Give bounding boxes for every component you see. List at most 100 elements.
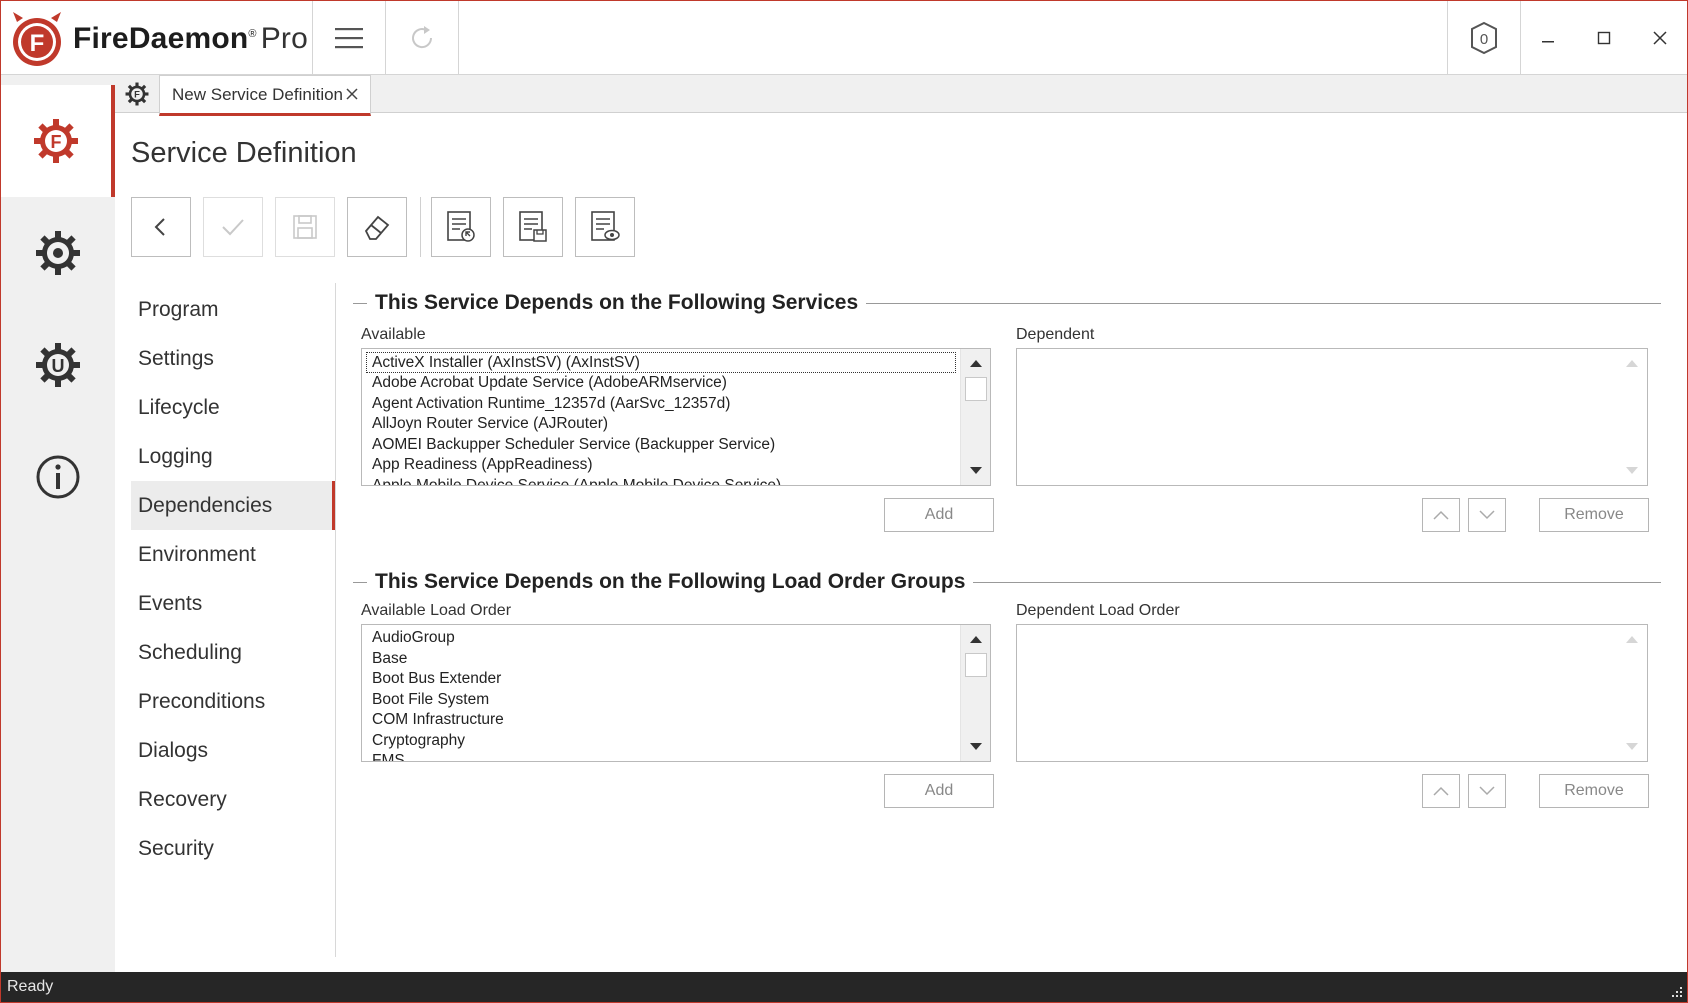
- app-name: FireDaemon® Pro: [73, 22, 308, 56]
- refresh-icon: [412, 26, 433, 49]
- view-button[interactable]: [575, 197, 635, 257]
- check-icon: [222, 219, 244, 236]
- available-services-items: ActiveX Installer (AxInstSV) (AxInstSV) …: [362, 349, 960, 485]
- list-item[interactable]: AudioGroup: [362, 628, 960, 649]
- nav-item-lifecycle[interactable]: Lifecycle: [131, 383, 335, 432]
- tray-button[interactable]: 0: [1448, 1, 1520, 75]
- rail-item-windows-services[interactable]: [1, 197, 115, 309]
- list-item[interactable]: COM Infrastructure: [362, 710, 960, 731]
- scroll-thumb[interactable]: [965, 377, 987, 401]
- svg-text:F: F: [30, 30, 45, 57]
- dependent-services-list[interactable]: [1016, 348, 1648, 486]
- list-item[interactable]: ActiveX Installer (AxInstSV) (AxInstSV): [366, 352, 956, 373]
- close-icon: [1652, 31, 1667, 45]
- scroll-down-icon[interactable]: [967, 465, 985, 477]
- remove-service-button[interactable]: Remove: [1539, 498, 1649, 532]
- rail-item-fusion[interactable]: U: [1, 309, 115, 421]
- back-button[interactable]: [131, 197, 191, 257]
- nav-item-dialogs[interactable]: Dialogs: [131, 726, 335, 775]
- scroll-thumb[interactable]: [965, 653, 987, 677]
- group-title-dash: [353, 581, 367, 583]
- move-down-button[interactable]: [1468, 498, 1506, 532]
- list-item[interactable]: App Readiness (AppReadiness): [362, 455, 960, 476]
- available-services-scrollbar[interactable]: [960, 349, 990, 485]
- app-logo: F FireDaemon® Pro: [11, 11, 311, 67]
- refresh-button[interactable]: [386, 1, 458, 75]
- group-title-rule: [866, 302, 1661, 304]
- title-bar: F FireDaemon® Pro 0: [1, 1, 1687, 75]
- scroll-down-icon[interactable]: [967, 741, 985, 753]
- remove-load-order-button[interactable]: Remove: [1539, 774, 1649, 808]
- clear-button[interactable]: [347, 197, 407, 257]
- save-icon: [293, 215, 317, 239]
- list-item[interactable]: AllJoyn Router Service (AJRouter): [362, 414, 960, 435]
- list-item[interactable]: Boot File System: [362, 690, 960, 711]
- minimize-button[interactable]: [1520, 1, 1576, 75]
- move-up-load-order-button[interactable]: [1422, 774, 1460, 808]
- add-load-order-button[interactable]: Add: [884, 774, 994, 808]
- available-services-list[interactable]: ActiveX Installer (AxInstSV) (AxInstSV) …: [361, 348, 991, 486]
- available-load-order-scrollbar[interactable]: [960, 625, 990, 761]
- available-load-order-label: Available Load Order: [361, 602, 512, 619]
- nav-item-preconditions[interactable]: Preconditions: [131, 677, 335, 726]
- close-button[interactable]: [1632, 1, 1687, 75]
- rail-item-about[interactable]: [1, 421, 115, 533]
- rail-item-services[interactable]: F: [1, 85, 115, 197]
- nav-item-program[interactable]: Program: [131, 285, 335, 334]
- import-button[interactable]: [431, 197, 491, 257]
- group-title-rule: [973, 581, 1661, 583]
- section-nav: Program Settings Lifecycle Logging Depen…: [131, 285, 335, 873]
- document-import-icon: [447, 211, 475, 242]
- move-down-load-order-button[interactable]: [1468, 774, 1506, 808]
- tab-home[interactable]: F: [115, 75, 159, 113]
- firedaemon-logo-icon: F: [13, 12, 61, 66]
- nav-item-security[interactable]: Security: [131, 824, 335, 873]
- resize-grip-icon[interactable]: [1669, 984, 1683, 998]
- nav-item-environment[interactable]: Environment: [131, 530, 335, 579]
- dependent-load-order-label: Dependent Load Order: [1016, 602, 1180, 619]
- list-item[interactable]: Boot Bus Extender: [362, 669, 960, 690]
- list-item[interactable]: Base: [362, 649, 960, 670]
- scroll-up-icon: [1626, 360, 1638, 367]
- menu-button[interactable]: [313, 1, 385, 75]
- list-item[interactable]: Agent Activation Runtime_12357d (AarSvc_…: [362, 394, 960, 415]
- dependent-load-order-list[interactable]: [1016, 624, 1648, 762]
- nav-item-dependencies[interactable]: Dependencies: [131, 481, 335, 530]
- scroll-up-icon: [1626, 636, 1638, 643]
- list-item[interactable]: AOMEI Backupper Scheduler Service (Backu…: [362, 435, 960, 456]
- export-button[interactable]: [503, 197, 563, 257]
- tab-strip: F New Service Definition: [115, 75, 1687, 116]
- gear-icon: [36, 231, 80, 275]
- nav-item-events[interactable]: Events: [131, 579, 335, 628]
- move-up-button[interactable]: [1422, 498, 1460, 532]
- nav-item-settings[interactable]: Settings: [131, 334, 335, 383]
- list-item[interactable]: Adobe Acrobat Update Service (AdobeARMse…: [362, 373, 960, 394]
- apply-button[interactable]: [203, 197, 263, 257]
- add-service-button[interactable]: Add: [884, 498, 994, 532]
- toolbar-separator: [420, 197, 421, 257]
- scroll-up-icon[interactable]: [967, 357, 985, 369]
- tab-new-service-definition[interactable]: New Service Definition: [159, 75, 371, 116]
- dependent-load-order-scrollbar: [1617, 625, 1647, 761]
- nav-item-logging[interactable]: Logging: [131, 432, 335, 481]
- nav-item-recovery[interactable]: Recovery: [131, 775, 335, 824]
- chevron-left-icon: [154, 218, 165, 236]
- tab-close-icon[interactable]: [344, 86, 360, 102]
- list-item[interactable]: Cryptography: [362, 731, 960, 752]
- svg-text:F: F: [51, 132, 62, 152]
- tab-label: New Service Definition: [172, 84, 344, 104]
- nav-item-scheduling[interactable]: Scheduling: [131, 628, 335, 677]
- list-item[interactable]: FMS: [362, 751, 960, 761]
- list-item[interactable]: Apple Mobile Device Service (Apple Mobil…: [362, 476, 960, 486]
- scroll-up-icon[interactable]: [967, 633, 985, 645]
- dependent-services-scrollbar: [1617, 349, 1647, 485]
- available-load-order-items: AudioGroup Base Boot Bus Extender Boot F…: [362, 625, 960, 761]
- document-view-icon: [591, 211, 620, 241]
- document-export-icon: [519, 211, 547, 242]
- available-load-order-list[interactable]: AudioGroup Base Boot Bus Extender Boot F…: [361, 624, 991, 762]
- scroll-down-icon: [1626, 743, 1638, 750]
- load-order-group-title-text: This Service Depends on the Following Lo…: [375, 570, 966, 593]
- save-button[interactable]: [275, 197, 335, 257]
- navigation-rail: F U: [1, 75, 115, 972]
- maximize-button[interactable]: [1576, 1, 1632, 75]
